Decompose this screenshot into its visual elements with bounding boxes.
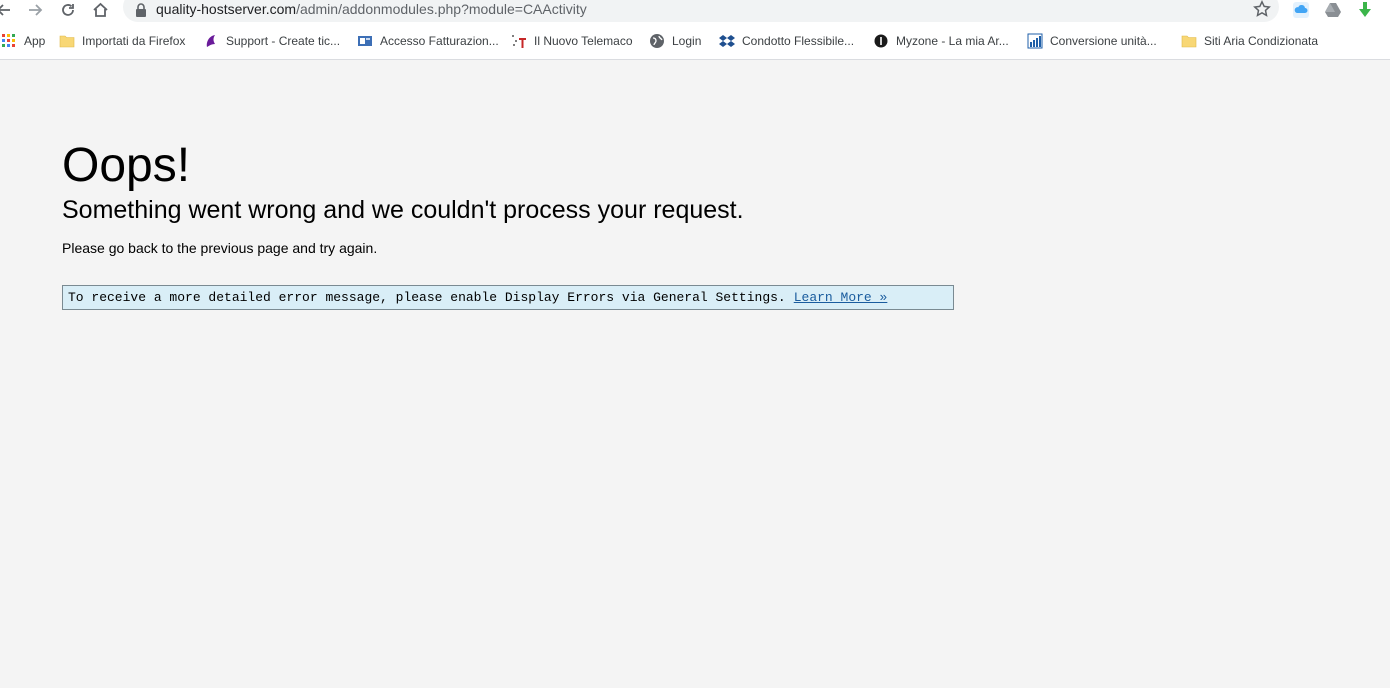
chart-logo-icon xyxy=(1027,33,1043,49)
bookmark-label: Importati da Firefox xyxy=(82,34,186,48)
bookmark-label: App xyxy=(24,34,46,48)
bookmark-telemaco[interactable]: Il Nuovo Telemaco xyxy=(511,32,633,50)
home-button[interactable] xyxy=(89,0,111,20)
address-bar[interactable]: quality-hostserver.com/admin/addonmodule… xyxy=(123,0,1279,22)
bookmark-support[interactable]: Support - Create tic... xyxy=(203,32,340,50)
arrow-left-icon xyxy=(0,4,10,16)
globe-icon xyxy=(650,34,664,48)
folder-icon xyxy=(1181,35,1197,48)
page-subtitle: Something went wrong and we couldn't pro… xyxy=(62,196,744,224)
billing-logo-icon xyxy=(358,36,372,46)
error-detail-box: To receive a more detailed error message… xyxy=(62,285,954,310)
url-host: quality-hostserver.com xyxy=(156,1,297,17)
error-detail-text: To receive a more detailed error message… xyxy=(68,290,786,305)
page-title: Oops! xyxy=(62,139,191,192)
home-icon xyxy=(92,2,108,17)
lock-icon xyxy=(136,3,146,17)
bookmark-label: Myzone - La mia Ar... xyxy=(896,34,1009,48)
url-path: /admin/addonmodules.php?module=CAActivit… xyxy=(296,1,587,17)
arrow-right-icon xyxy=(29,4,43,16)
dropbox-logo-icon xyxy=(719,35,735,47)
drive-extension-icon[interactable] xyxy=(1324,1,1342,19)
bookmark-label: Condotto Flessibile... xyxy=(742,34,855,48)
error-message: Please go back to the previous page and … xyxy=(62,240,378,256)
back-button[interactable] xyxy=(0,0,14,20)
forward-button[interactable] xyxy=(25,0,47,20)
bookmark-condotto[interactable]: Condotto Flessibile... xyxy=(719,32,854,50)
support-logo-icon xyxy=(206,35,215,47)
bookmark-star-icon[interactable] xyxy=(1253,0,1271,18)
bookmark-label: Il Nuovo Telemaco xyxy=(534,34,633,48)
bookmark-login[interactable]: Login xyxy=(649,32,701,50)
bookmark-label: Siti Aria Condizionata xyxy=(1204,34,1319,48)
apps-grid-icon xyxy=(2,34,15,47)
cloud-extension-icon[interactable] xyxy=(1292,1,1310,19)
bookmark-app[interactable]: App xyxy=(1,32,45,50)
url-text[interactable]: quality-hostserver.com/admin/addonmodule… xyxy=(156,1,587,17)
bookmark-label: Login xyxy=(672,34,702,48)
learn-more-link[interactable]: Learn More » xyxy=(794,290,888,305)
bookmark-folder-aria[interactable]: Siti Aria Condizionata xyxy=(1181,32,1318,50)
download-extension-icon[interactable] xyxy=(1356,1,1374,19)
bookmark-folder-firefox[interactable]: Importati da Firefox xyxy=(59,32,185,50)
telemaco-logo-icon xyxy=(512,35,526,48)
reload-button[interactable] xyxy=(57,0,79,20)
folder-icon xyxy=(59,35,75,48)
bookmarks-bar: App Importati da Firefox Support - Creat… xyxy=(0,23,1390,60)
bookmark-label: Accesso Fatturazion... xyxy=(380,34,499,48)
bookmark-label: Support - Create tic... xyxy=(226,34,341,48)
bookmark-billing[interactable]: Accesso Fatturazion... xyxy=(357,32,499,50)
bookmark-conversione[interactable]: Conversione unità... xyxy=(1027,32,1157,50)
myzone-logo-icon xyxy=(874,34,888,48)
browser-toolbar: quality-hostserver.com/admin/addonmodule… xyxy=(0,0,1390,23)
reload-icon xyxy=(62,4,74,16)
bookmark-myzone[interactable]: Myzone - La mia Ar... xyxy=(873,32,1009,50)
bookmark-label: Conversione unità... xyxy=(1050,34,1157,48)
